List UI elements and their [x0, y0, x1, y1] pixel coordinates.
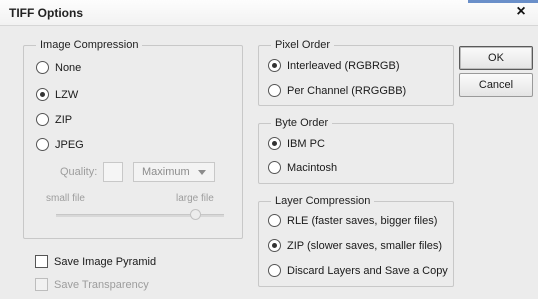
layer-compression-zip-radio[interactable]: ZIP (slower saves, smaller files): [268, 239, 442, 252]
layer-compression-discard-radio[interactable]: Discard Layers and Save a Copy: [268, 264, 448, 277]
image-compression-legend: Image Compression: [36, 39, 143, 51]
quality-value-field[interactable]: [103, 162, 123, 182]
compression-jpeg-label: JPEG: [55, 138, 84, 151]
chevron-down-icon: [198, 170, 206, 175]
compression-jpeg-radio[interactable]: JPEG: [36, 138, 84, 151]
layer-compression-rle-label: RLE (faster saves, bigger files): [287, 214, 438, 227]
pixel-order-interleaved-label: Interleaved (RGBRGB): [287, 59, 400, 72]
pixel-order-per-channel-radio[interactable]: Per Channel (RRGGBB): [268, 84, 406, 97]
pixel-order-legend: Pixel Order: [271, 39, 335, 51]
byte-order-group: Byte Order: [258, 117, 454, 184]
byte-order-macintosh-radio[interactable]: Macintosh: [268, 161, 337, 174]
radio-icon: [36, 138, 49, 151]
radio-icon: [268, 214, 281, 227]
checkbox-icon: [35, 255, 48, 268]
radio-selected-icon: [268, 239, 281, 252]
cancel-button[interactable]: Cancel: [459, 73, 533, 97]
quality-slider-thumb[interactable]: [190, 209, 201, 220]
pixel-order-per-channel-label: Per Channel (RRGGBB): [287, 84, 407, 97]
compression-lzw-radio[interactable]: LZW: [36, 88, 78, 101]
dialog-title: TIFF Options: [9, 6, 83, 20]
radio-icon: [268, 264, 281, 277]
save-transparency-label: Save Transparency: [54, 278, 149, 291]
layer-compression-discard-label: Discard Layers and Save a Copy: [287, 264, 448, 277]
byte-order-ibm-pc-label: IBM PC: [287, 137, 325, 150]
radio-icon: [268, 161, 281, 174]
checkbox-icon: [35, 278, 48, 291]
save-image-pyramid-checkbox[interactable]: Save Image Pyramid: [35, 255, 156, 268]
byte-order-macintosh-label: Macintosh: [287, 161, 338, 174]
radio-selected-icon: [268, 59, 281, 72]
radio-icon: [268, 84, 281, 97]
pixel-order-interleaved-radio[interactable]: Interleaved (RGBRGB): [268, 59, 399, 72]
ok-button[interactable]: OK: [459, 46, 533, 70]
title-bar: TIFF Options: [0, 0, 538, 26]
compression-zip-label: ZIP: [55, 113, 73, 126]
close-icon[interactable]: ×: [512, 2, 530, 22]
radio-selected-icon: [36, 88, 49, 101]
compression-lzw-label: LZW: [55, 88, 79, 101]
layer-compression-rle-radio[interactable]: RLE (faster saves, bigger files): [268, 214, 437, 227]
radio-icon: [36, 61, 49, 74]
quality-select-value: Maximum: [142, 166, 190, 178]
radio-icon: [36, 113, 49, 126]
radio-selected-icon: [268, 137, 281, 150]
compression-zip-radio[interactable]: ZIP: [36, 113, 72, 126]
quality-label: Quality:: [60, 166, 98, 178]
small-file-label: small file: [46, 193, 85, 204]
quality-select[interactable]: Maximum: [133, 162, 215, 182]
layer-compression-zip-label: ZIP (slower saves, smaller files): [287, 239, 443, 252]
byte-order-ibm-pc-radio[interactable]: IBM PC: [268, 137, 325, 150]
layer-compression-legend: Layer Compression: [271, 195, 375, 207]
compression-none-label: None: [55, 61, 82, 74]
save-image-pyramid-label: Save Image Pyramid: [54, 255, 157, 268]
save-transparency-checkbox[interactable]: Save Transparency: [35, 278, 149, 291]
byte-order-legend: Byte Order: [271, 117, 333, 129]
compression-none-radio[interactable]: None: [36, 61, 81, 74]
large-file-label: large file: [176, 193, 214, 204]
